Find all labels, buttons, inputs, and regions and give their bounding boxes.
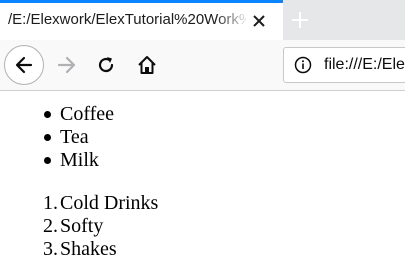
tab-strip: /E:/Elexwork/ElexTutorial%20Work%: [0, 0, 405, 40]
arrow-left-icon: [15, 56, 33, 74]
bullet-icon: [44, 111, 51, 118]
back-button[interactable]: [4, 45, 44, 85]
bullet-icon: [44, 134, 51, 141]
reload-button[interactable]: [96, 55, 116, 80]
bullet-icon: [44, 157, 51, 164]
list-number: 2.: [43, 215, 58, 237]
tab-active[interactable]: /E:/Elexwork/ElexTutorial%20Work%: [0, 0, 283, 40]
plus-icon[interactable]: [290, 10, 310, 30]
url-text: file:///E:/Ele: [324, 56, 405, 73]
url-bar[interactable]: file:///E:/Ele: [283, 47, 405, 83]
list-item: Coffee: [44, 103, 114, 126]
reload-icon: [98, 57, 114, 73]
info-icon[interactable]: [294, 56, 312, 79]
list-number: 1.: [43, 192, 58, 214]
list-item: 3. Shakes: [43, 238, 117, 260]
list-item: Tea: [44, 126, 89, 149]
list-item: 1. Cold Drinks: [43, 192, 159, 214]
home-button[interactable]: [136, 54, 158, 81]
list-item: 2. Softy: [43, 215, 104, 237]
forward-button[interactable]: [56, 55, 78, 80]
navigation-toolbar: file:///E:/Ele: [0, 40, 405, 91]
arrow-right-icon: [57, 56, 76, 74]
page-content: Coffee Tea Milk 1. Cold Drinks 2. Softy 3.…: [0, 92, 405, 275]
list-item: Milk: [44, 149, 99, 172]
tab-title: /E:/Elexwork/ElexTutorial%20Work%: [8, 11, 246, 28]
close-icon[interactable]: [250, 12, 268, 30]
list-number: 3.: [43, 238, 58, 260]
tab-title-fade: [215, 3, 250, 40]
home-icon: [138, 56, 156, 74]
